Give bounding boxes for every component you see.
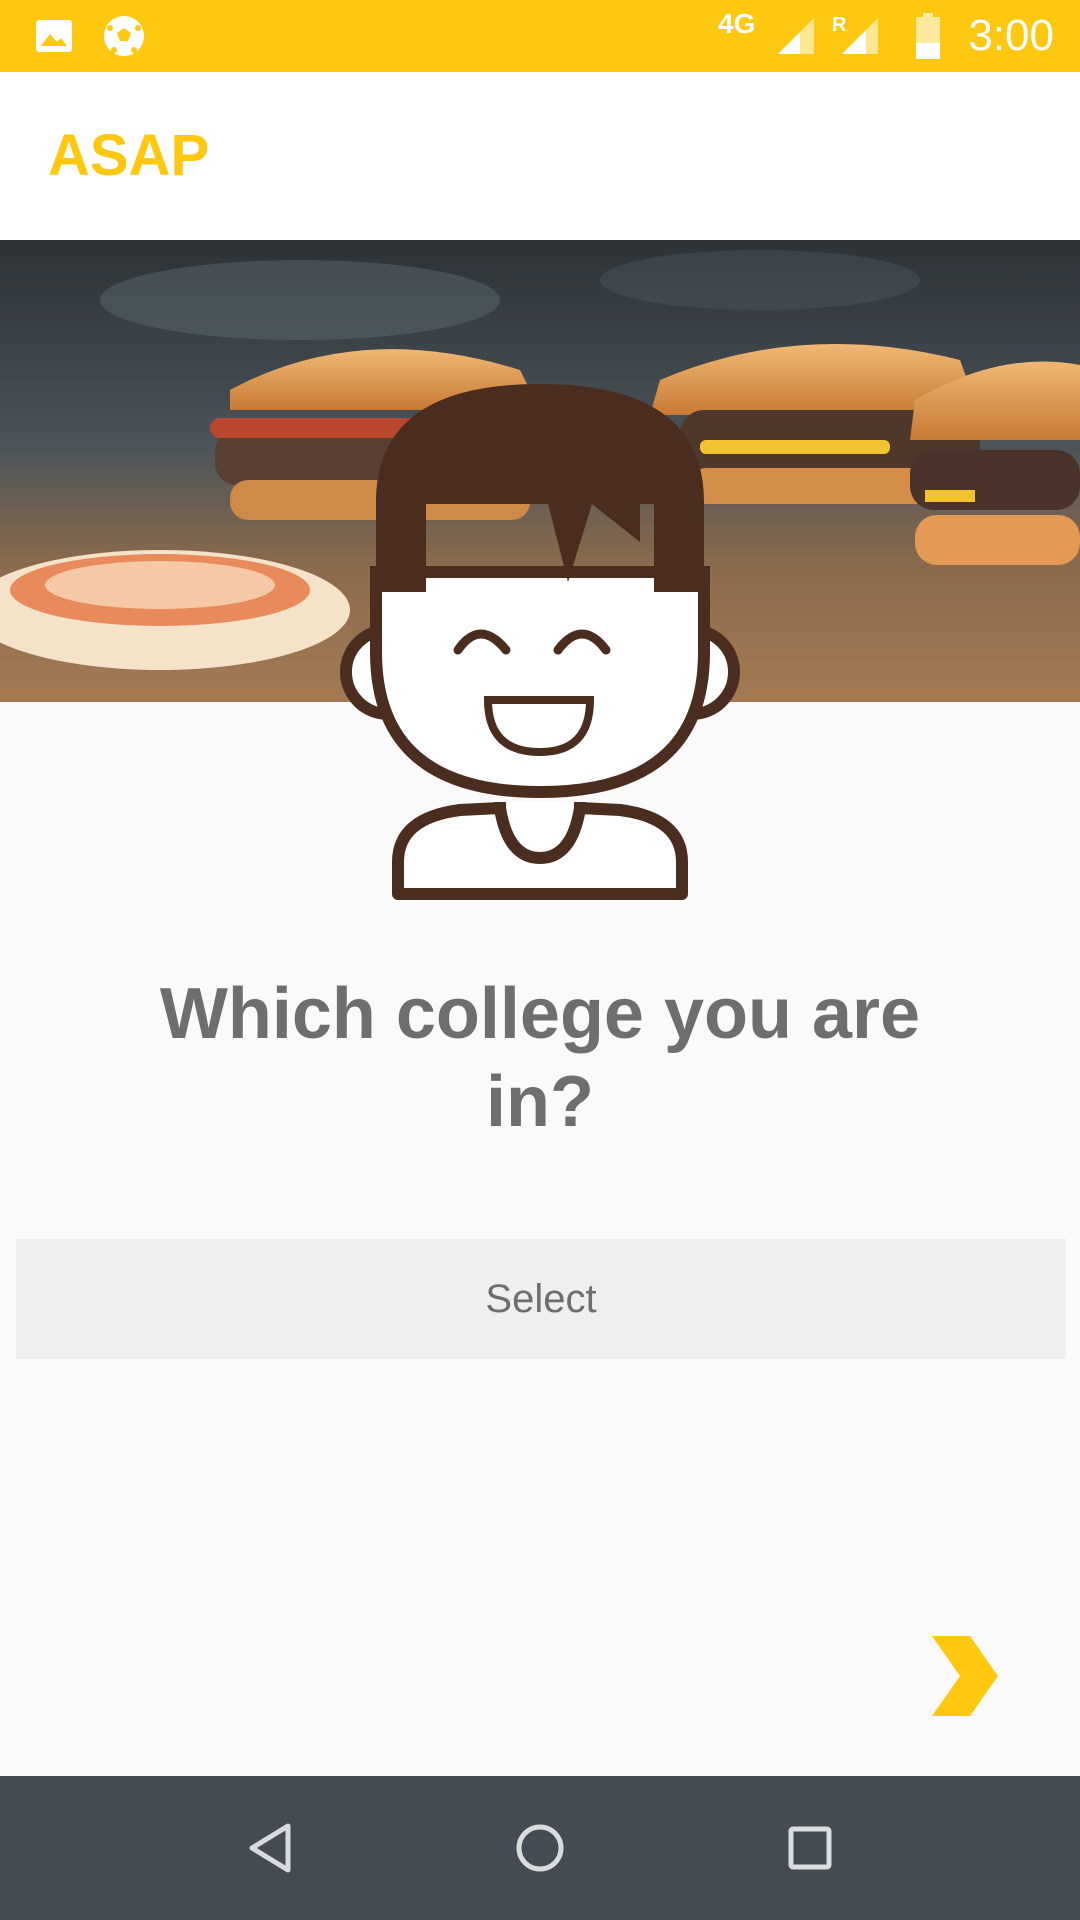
app-bar: ASAP bbox=[0, 72, 1080, 240]
back-icon bbox=[249, 1823, 291, 1873]
select-label: Select bbox=[485, 1276, 597, 1321]
nav-recents-button[interactable] bbox=[740, 1776, 880, 1920]
system-navigation-bar bbox=[0, 1776, 1080, 1920]
signal-icon bbox=[776, 0, 816, 72]
clock: 3:00 bbox=[968, 11, 1054, 60]
home-icon bbox=[516, 1824, 564, 1872]
nav-back-button[interactable] bbox=[200, 1776, 340, 1920]
signal-roaming-icon: R bbox=[832, 0, 880, 72]
next-button[interactable] bbox=[920, 1630, 1010, 1726]
roaming-indicator: R bbox=[832, 14, 847, 36]
network-type: 4G bbox=[718, 8, 756, 39]
nav-home-button[interactable] bbox=[470, 1776, 610, 1920]
soccer-ball-icon bbox=[102, 0, 146, 72]
battery-icon bbox=[914, 0, 942, 72]
image-notification-icon bbox=[34, 0, 74, 72]
app-title: ASAP bbox=[48, 123, 210, 188]
recents-icon bbox=[788, 1826, 832, 1870]
status-bar: 4G R 3:00 bbox=[0, 0, 1080, 72]
college-select-dropdown[interactable]: Select bbox=[16, 1239, 1066, 1359]
college-question: Which college you are in? bbox=[159, 974, 921, 1142]
avatar-illustration bbox=[340, 372, 740, 902]
chevron-right-icon bbox=[932, 1636, 998, 1716]
